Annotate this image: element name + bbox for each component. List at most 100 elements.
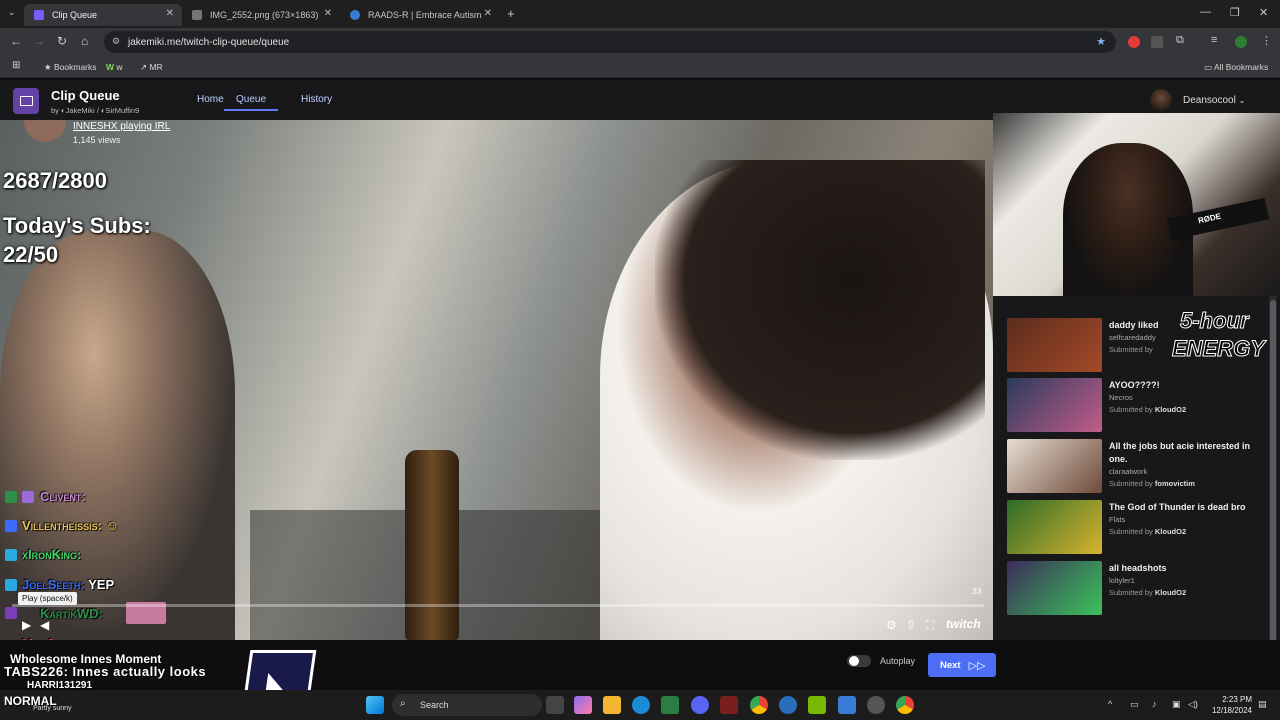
network-icon[interactable]: ▣ (1172, 699, 1181, 710)
file-explorer-icon[interactable] (603, 696, 621, 714)
clip-queue-logo-icon[interactable] (13, 88, 39, 114)
nav-history[interactable]: History (301, 94, 332, 105)
next-icon: ▷▷ (968, 659, 986, 672)
queue-item-thumbnail[interactable] (1007, 561, 1102, 615)
task-view-icon[interactable] (546, 696, 564, 714)
bookmark-mr[interactable]: ↗ MR (140, 62, 163, 73)
address-bar[interactable]: ⚙ jakemiki.me/twitch-clip-queue/queue ★ (104, 31, 1116, 53)
queue-item-thumbnail[interactable] (1007, 318, 1102, 372)
edge-icon[interactable] (632, 696, 650, 714)
queue-item-title[interactable]: All the jobs but acie interested in one. (1109, 440, 1269, 466)
nav-queue[interactable]: Queue (224, 94, 279, 111)
queue-item-title[interactable]: all headshots (1109, 562, 1269, 575)
author-link[interactable]: JakeMiki (66, 106, 95, 115)
new-tab-button[interactable]: + (507, 6, 515, 21)
tab-clip-queue[interactable]: Clip Queue ✕ (24, 4, 182, 26)
bookmark-star-icon[interactable]: ★ (1096, 35, 1106, 48)
discord-icon[interactable] (691, 696, 709, 714)
autoplay-label: Autoplay (880, 656, 916, 666)
settings-gear-icon[interactable]: ⚙ (886, 618, 897, 632)
chat-line: Villentheissis: ☺ (22, 518, 119, 533)
play-icon[interactable]: ▶ (22, 618, 31, 632)
queue-item-title[interactable]: AYOO????! (1109, 379, 1269, 392)
taskbar-clock[interactable]: 2:23 PM 12/18/2024 (1206, 694, 1252, 716)
subs-value: 22/50 (3, 242, 59, 267)
app-icon[interactable] (838, 696, 856, 714)
app-icon[interactable] (867, 696, 885, 714)
share-icon[interactable]: ⇧ (906, 618, 916, 632)
reload-icon[interactable]: ↻ (57, 34, 67, 48)
queue-item-thumbnail[interactable] (1007, 500, 1102, 554)
taskbar-search[interactable]: Search (392, 694, 542, 716)
extension-icon[interactable] (1128, 36, 1140, 48)
home-icon[interactable]: ⌂ (81, 34, 88, 48)
next-button[interactable]: Next ▷▷ (928, 653, 996, 677)
twitch-logo[interactable]: twitch (946, 617, 981, 631)
profile-icon[interactable] (1235, 36, 1247, 48)
bookmark-w[interactable]: W w (106, 62, 123, 72)
bookmark-bookmarks[interactable]: ★ Bookmarks (44, 62, 97, 73)
queue-item-thumbnail[interactable] (1007, 439, 1102, 493)
apps-grid-icon[interactable]: ⊞ (12, 60, 20, 71)
fullscreen-icon[interactable]: ⛶ (926, 618, 934, 633)
author-link[interactable]: SirMuffin9 (106, 106, 140, 115)
video-player[interactable] (0, 120, 993, 640)
close-icon[interactable]: ✕ (324, 8, 332, 19)
media-icon[interactable]: ≡ (1211, 34, 1217, 46)
close-icon[interactable]: ✕ (484, 8, 492, 19)
search-icon: ⌕ (400, 698, 406, 709)
notification-icon[interactable]: ▤ (1258, 699, 1267, 710)
weather-widget[interactable]: Partly sunny (33, 705, 72, 712)
tab-search-icon[interactable]: ⌄ (8, 7, 16, 18)
image-favicon-icon (192, 10, 202, 20)
tab-raads[interactable]: RAADS-R | Embrace Autism ✕ (340, 4, 500, 26)
queue-scroll-thumb[interactable] (1270, 300, 1276, 655)
chat-badge-icon (5, 520, 17, 532)
forward-icon[interactable]: → (33, 34, 45, 48)
queue-item-submitter: Submitted by fomovictim (1109, 479, 1195, 488)
chat-line: KartikWD: (40, 606, 103, 621)
extensions-puzzle-icon[interactable]: ⧉ (1176, 34, 1184, 47)
volume-icon[interactable]: ◀ (40, 618, 49, 632)
windows-start-icon[interactable] (366, 696, 384, 714)
progress-bar[interactable] (12, 604, 984, 607)
menu-kebab-icon[interactable]: ⋮ (1261, 34, 1272, 47)
minimize-icon[interactable]: — (1200, 6, 1211, 18)
video-frame-bottle (405, 450, 459, 640)
volume-tray-icon[interactable]: ◁) (1188, 699, 1198, 710)
tray-chevron-icon[interactable]: ^ (1108, 699, 1112, 709)
chat-line: JoelSeeth: YEP (22, 577, 115, 592)
app-icon[interactable] (779, 696, 797, 714)
clip-duration: 33 (972, 586, 982, 596)
site-info-icon[interactable]: ⚙ (112, 36, 120, 47)
tray-app-icon[interactable]: ▭ (1130, 699, 1139, 710)
restore-icon[interactable]: ❐ (1230, 6, 1240, 19)
microphone-icon[interactable]: ♪ (1152, 699, 1157, 709)
autoplay-toggle[interactable] (847, 655, 871, 667)
chat-badge-icon (22, 491, 34, 503)
queue-item-thumbnail[interactable] (1007, 378, 1102, 432)
clip-channel-link[interactable]: INNESHX playing IRL (73, 121, 170, 132)
copilot-icon[interactable] (574, 696, 592, 714)
chat-badge-icon (5, 607, 17, 619)
twitch-favicon-icon (34, 10, 44, 20)
nvidia-icon[interactable] (808, 696, 826, 714)
all-bookmarks-button[interactable]: ▭ All Bookmarks (1204, 62, 1268, 73)
app-icon[interactable] (720, 696, 738, 714)
chrome-icon[interactable] (896, 696, 914, 714)
tab-img[interactable]: IMG_2552.png (673×1863) ✕ (182, 4, 340, 26)
browser-tab-strip: ⌄ Clip Queue ✕ IMG_2552.png (673×1863) ✕… (0, 0, 1280, 28)
user-menu[interactable]: Deansocool ⌄ (1183, 95, 1245, 106)
site-favicon-icon (350, 10, 360, 20)
nav-home[interactable]: Home (197, 94, 224, 105)
chrome-icon[interactable] (750, 696, 768, 714)
back-icon[interactable]: ← (10, 34, 22, 48)
window-close-icon[interactable]: ✕ (1259, 6, 1268, 19)
play-tooltip: Play (space/k) (18, 592, 77, 605)
close-icon[interactable]: ✕ (166, 8, 174, 19)
queue-item-title[interactable]: The God of Thunder is dead bro (1109, 501, 1269, 514)
extension-icon[interactable] (1151, 36, 1163, 48)
queue-item-submitter: Submitted by KloudO2 (1109, 527, 1187, 536)
store-icon[interactable] (661, 696, 679, 714)
user-avatar[interactable] (1150, 89, 1172, 111)
